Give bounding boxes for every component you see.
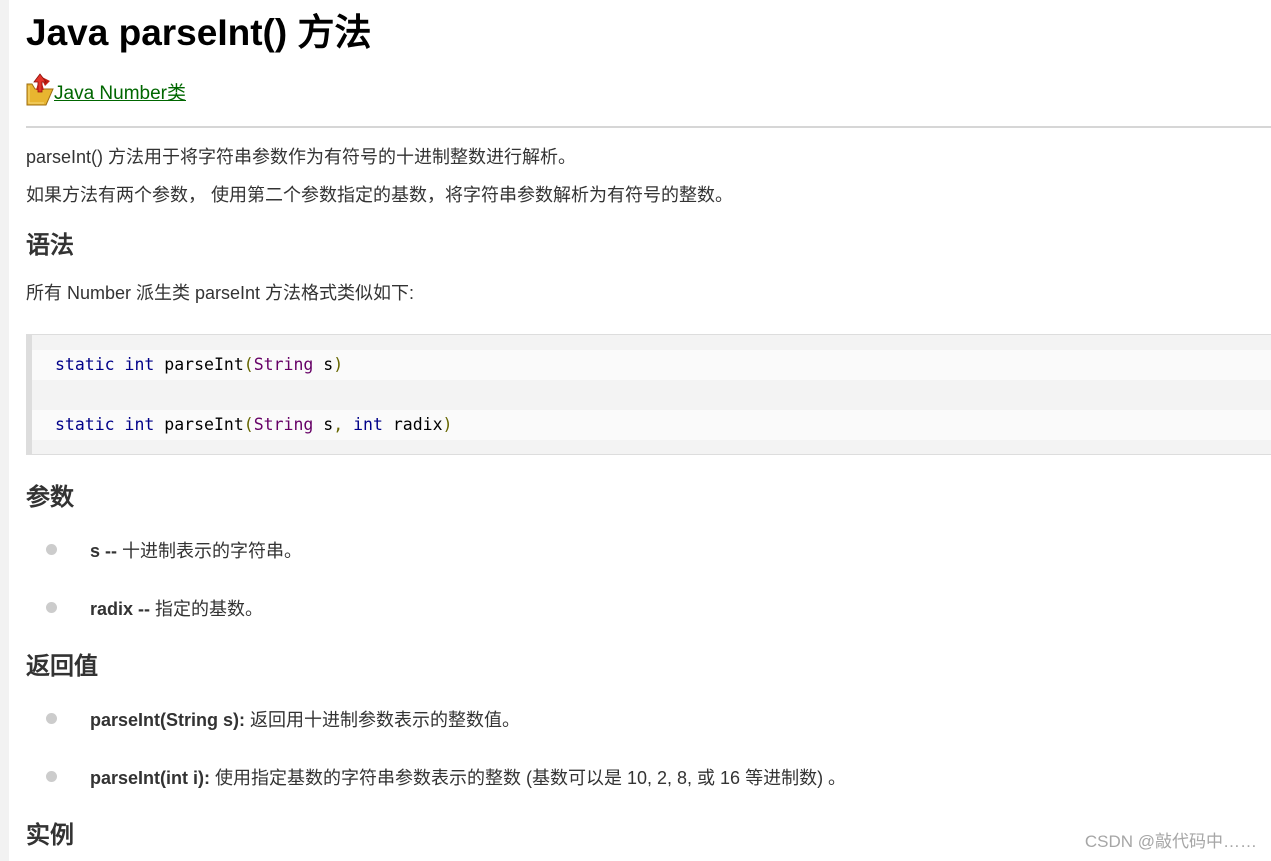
intro-paragraph-2: 如果方法有两个参数， 使用第二个参数指定的基数，将字符串参数解析为有符号的整数。 bbox=[26, 185, 733, 205]
code-line-1: static int parseInt(String s) bbox=[32, 350, 1271, 380]
param-desc: 十进制表示的字符串。 bbox=[117, 541, 302, 561]
return-desc: 返回用十进制参数表示的整数值。 bbox=[245, 710, 521, 730]
bullet-icon bbox=[46, 713, 57, 724]
bullet-icon bbox=[46, 602, 57, 613]
folder-up-icon[interactable] bbox=[26, 72, 54, 106]
returns-heading: 返回值 bbox=[26, 653, 98, 680]
divider bbox=[26, 126, 1271, 128]
params-heading: 参数 bbox=[26, 484, 74, 511]
watermark: CSDN @敲代码中…… bbox=[1084, 832, 1257, 851]
page-title: Java parseInt() 方法 bbox=[26, 12, 372, 53]
param-term: radix -- bbox=[90, 599, 151, 619]
param-desc: 指定的基数。 bbox=[150, 599, 264, 619]
param-term: s -- bbox=[90, 541, 117, 561]
page: Java parseInt() 方法 Java Number类 parseInt… bbox=[0, 0, 1271, 861]
return-term: parseInt(String s): bbox=[90, 710, 246, 730]
left-sidebar-edge bbox=[0, 0, 9, 861]
back-link[interactable]: Java Number类 bbox=[26, 70, 186, 106]
return-desc: 使用指定基数的字符串参数表示的整数 (基数可以是 10, 2, 8, 或 16 … bbox=[210, 768, 847, 788]
syntax-description: 所有 Number 派生类 parseInt 方法格式类似如下: bbox=[26, 283, 415, 303]
examples-heading: 实例 bbox=[26, 822, 74, 849]
code-line-2: static int parseInt(String s, int radix) bbox=[32, 410, 1271, 440]
bullet-icon bbox=[46, 771, 57, 782]
intro-paragraph-1: parseInt() 方法用于将字符串参数作为有符号的十进制整数进行解析。 bbox=[26, 147, 577, 167]
bullet-icon bbox=[46, 544, 57, 555]
code-block: static int parseInt(String s) static int… bbox=[26, 334, 1271, 455]
return-term: parseInt(int i): bbox=[90, 768, 210, 788]
java-number-link[interactable]: Java Number类 bbox=[54, 82, 186, 106]
syntax-heading: 语法 bbox=[26, 232, 74, 259]
